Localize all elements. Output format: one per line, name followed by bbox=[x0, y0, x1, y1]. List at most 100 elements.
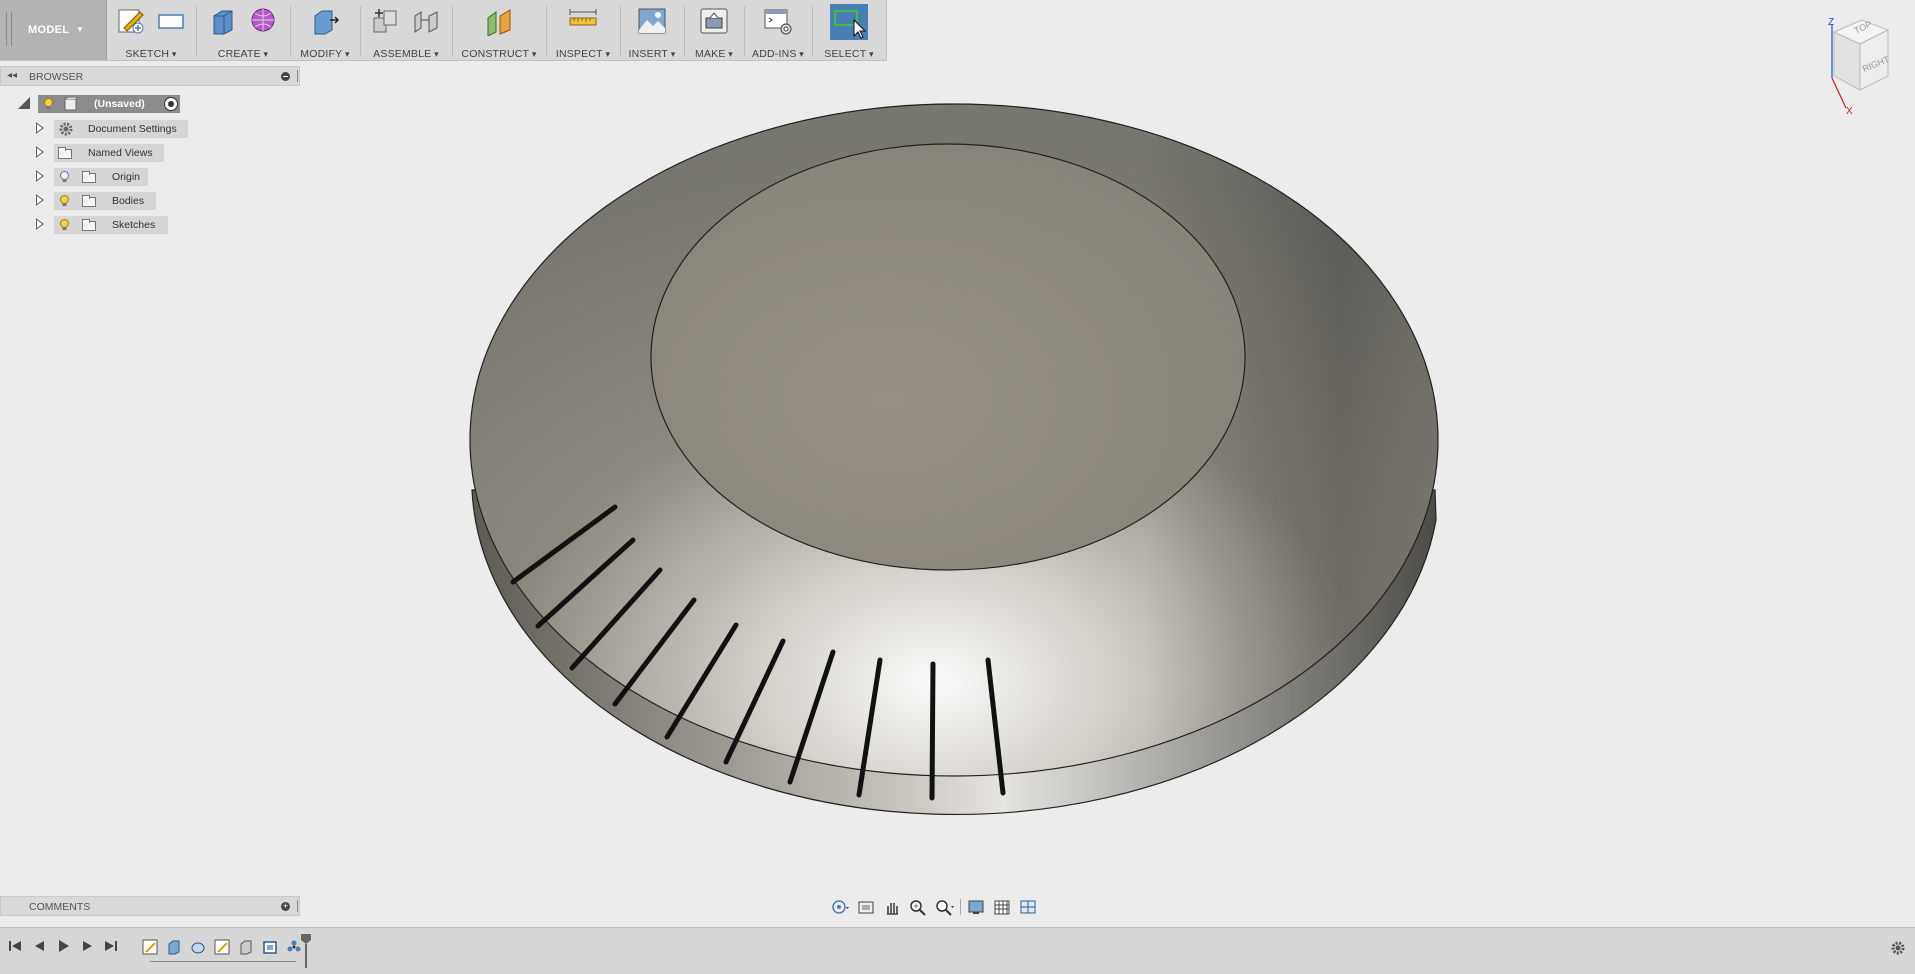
sketch-feature-icon[interactable] bbox=[214, 939, 230, 955]
browser-item-label: Origin bbox=[112, 171, 141, 183]
sketch-feature-icon[interactable] bbox=[142, 939, 158, 955]
toolbar-divider bbox=[196, 6, 197, 56]
joint-icon[interactable] bbox=[411, 6, 441, 36]
timeline-settings-gear-icon[interactable] bbox=[1890, 940, 1906, 956]
panel-resize-handle[interactable] bbox=[297, 900, 300, 912]
workspace-label: MODEL bbox=[28, 24, 70, 36]
scripts-addins-icon[interactable] bbox=[763, 6, 793, 36]
play-icon[interactable] bbox=[56, 939, 70, 953]
3d-model-viewport[interactable] bbox=[440, 90, 1460, 870]
zoom-icon[interactable] bbox=[908, 898, 928, 916]
form-icon[interactable] bbox=[248, 6, 278, 36]
visibility-bulb-icon[interactable] bbox=[44, 98, 53, 109]
folder-icon bbox=[58, 147, 72, 159]
visibility-bulb-off-icon[interactable] bbox=[60, 171, 69, 182]
shell-feature-icon[interactable] bbox=[262, 939, 278, 955]
insert-image-icon[interactable] bbox=[637, 6, 667, 36]
comments-panel-header[interactable]: COMMENTS + bbox=[0, 896, 300, 916]
toolbar: MODEL ▼ SKETCH CREATE bbox=[0, 0, 887, 61]
expand-arrow-icon[interactable] bbox=[36, 194, 44, 206]
visibility-bulb-icon[interactable] bbox=[60, 219, 69, 230]
step-back-icon[interactable] bbox=[32, 939, 46, 953]
folder-icon bbox=[82, 171, 96, 183]
go-to-end-icon[interactable] bbox=[104, 939, 118, 953]
new-component-icon[interactable] bbox=[371, 6, 401, 36]
modify-group[interactable]: MODIFY bbox=[292, 0, 358, 60]
select-icon[interactable] bbox=[830, 4, 868, 40]
make-label: MAKE bbox=[686, 48, 742, 60]
orbit-icon[interactable] bbox=[830, 898, 850, 916]
collapse-panel-icon[interactable]: ◂◂ bbox=[7, 70, 17, 81]
create-group[interactable]: CREATE bbox=[198, 0, 288, 60]
select-group[interactable]: SELECT bbox=[814, 0, 884, 60]
make-group[interactable]: MAKE bbox=[686, 0, 742, 60]
expand-arrow-icon[interactable] bbox=[36, 170, 44, 182]
toolbar-divider bbox=[684, 6, 685, 56]
panel-resize-handle[interactable] bbox=[297, 70, 300, 82]
cut-feature-icon[interactable] bbox=[238, 939, 254, 955]
comments-title: COMMENTS bbox=[29, 901, 91, 913]
browser-panel-header[interactable]: ◂◂ BROWSER bbox=[0, 66, 300, 86]
inspect-label: INSPECT bbox=[548, 48, 618, 60]
browser-item-document-settings[interactable]: Document Settings bbox=[36, 120, 206, 139]
toolbar-divider bbox=[290, 6, 291, 56]
select-label: SELECT bbox=[814, 48, 884, 60]
browser-item-sketches[interactable]: Sketches bbox=[36, 216, 206, 235]
assemble-group[interactable]: ASSEMBLE bbox=[362, 0, 450, 60]
sketch-label: SKETCH bbox=[108, 48, 194, 60]
top-face bbox=[650, 143, 1246, 571]
z-axis-label: Z bbox=[1828, 17, 1834, 28]
expand-arrow-icon[interactable] bbox=[36, 146, 44, 158]
extrude-feature-icon[interactable] bbox=[166, 939, 182, 955]
look-at-icon[interactable] bbox=[856, 898, 876, 916]
browser-item-label: Sketches bbox=[112, 219, 156, 231]
gear-icon bbox=[59, 122, 73, 136]
browser-item-origin[interactable]: Origin bbox=[36, 168, 206, 187]
pan-icon[interactable] bbox=[882, 898, 902, 916]
sketch-rectangle-icon[interactable] bbox=[156, 6, 186, 36]
extrude-icon[interactable] bbox=[208, 6, 238, 36]
sketch-group[interactable]: SKETCH bbox=[108, 0, 194, 60]
grid-settings-icon[interactable] bbox=[993, 898, 1013, 916]
construct-group[interactable]: CONSTRUCT bbox=[454, 0, 544, 60]
press-pull-icon[interactable] bbox=[310, 6, 340, 36]
display-settings-icon[interactable] bbox=[967, 898, 987, 916]
browser-minimize-icon[interactable] bbox=[281, 72, 290, 81]
create-sketch-icon[interactable] bbox=[116, 6, 146, 36]
expand-arrow-icon[interactable] bbox=[36, 218, 44, 230]
activate-component-icon[interactable] bbox=[164, 97, 178, 111]
visibility-bulb-icon[interactable] bbox=[60, 195, 69, 206]
toolbar-divider bbox=[452, 6, 453, 56]
step-forward-icon[interactable] bbox=[80, 939, 94, 953]
timeline-marker[interactable] bbox=[300, 934, 312, 968]
browser-item-label: Document Settings bbox=[88, 123, 177, 135]
timeline bbox=[0, 927, 1915, 974]
addins-label: ADD-INS bbox=[746, 48, 810, 60]
offset-plane-icon[interactable] bbox=[484, 6, 514, 37]
browser-item-bodies[interactable]: Bodies bbox=[36, 192, 206, 211]
construct-label: CONSTRUCT bbox=[454, 48, 544, 60]
browser-title: BROWSER bbox=[29, 71, 84, 83]
browser-item-label: Named Views bbox=[88, 147, 153, 159]
add-comment-icon[interactable]: + bbox=[281, 902, 290, 911]
expand-arrow-icon[interactable] bbox=[18, 97, 30, 109]
folder-icon bbox=[82, 195, 96, 207]
expand-arrow-icon[interactable] bbox=[36, 122, 44, 134]
workspace-switcher[interactable]: MODEL ▼ bbox=[0, 0, 107, 60]
insert-group[interactable]: INSERT bbox=[622, 0, 682, 60]
toolbar-grip-icon[interactable] bbox=[6, 12, 12, 46]
addins-group[interactable]: ADD-INS bbox=[746, 0, 810, 60]
folder-icon bbox=[82, 219, 96, 231]
inspect-group[interactable]: INSPECT bbox=[548, 0, 618, 60]
3d-print-icon[interactable] bbox=[699, 6, 729, 36]
fit-icon[interactable] bbox=[934, 898, 954, 916]
toolbar-divider bbox=[744, 6, 745, 56]
viewports-icon[interactable] bbox=[1019, 898, 1039, 916]
revolve-feature-icon[interactable] bbox=[190, 939, 206, 955]
browser-root-row[interactable]: (Unsaved) bbox=[18, 95, 218, 114]
browser-item-named-views[interactable]: Named Views bbox=[36, 144, 206, 163]
browser-item-label: Bodies bbox=[112, 195, 145, 207]
measure-icon[interactable] bbox=[568, 6, 598, 36]
go-to-start-icon[interactable] bbox=[8, 939, 22, 953]
view-cube[interactable]: TOP RIGHT Z X bbox=[1800, 14, 1900, 114]
